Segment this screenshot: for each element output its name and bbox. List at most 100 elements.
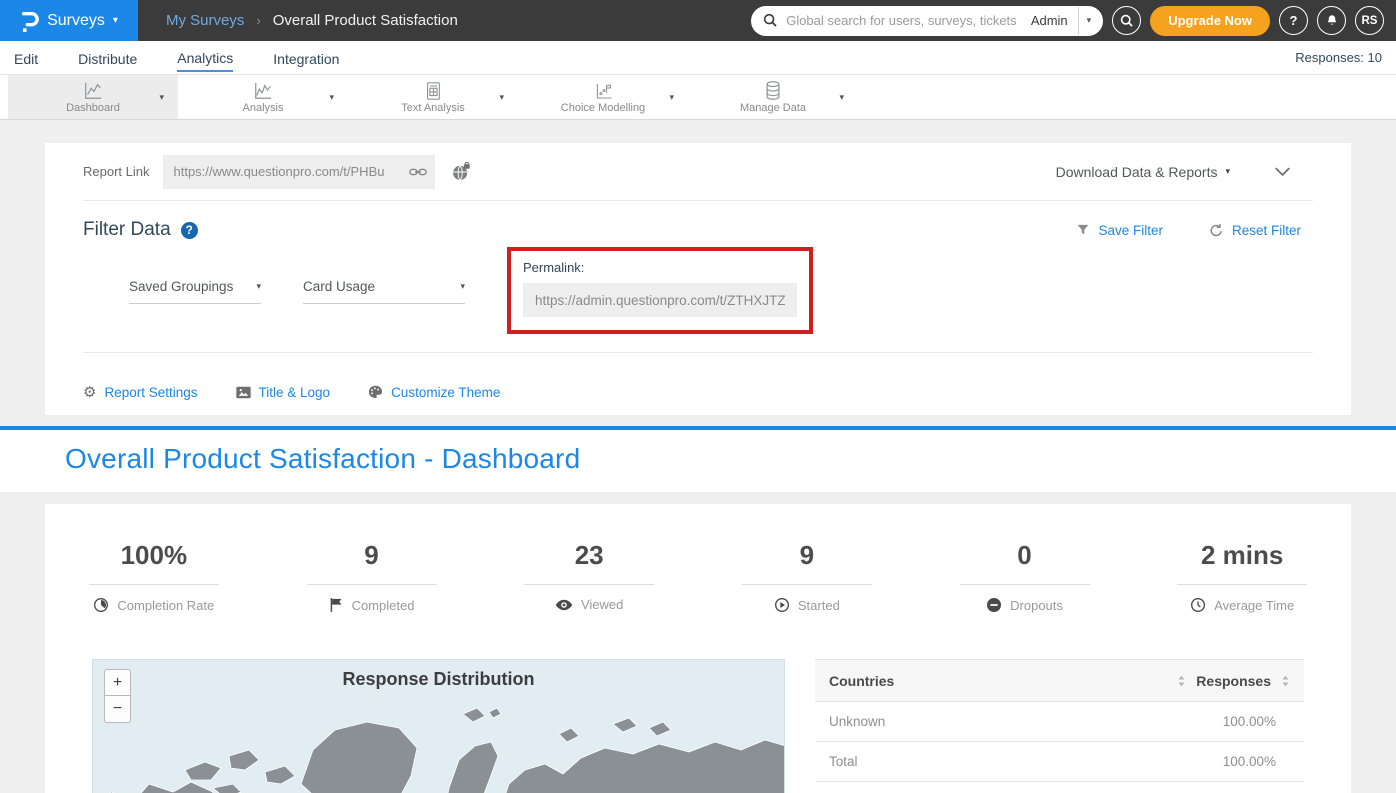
breadcrumb-my-surveys[interactable]: My Surveys — [166, 12, 244, 29]
global-search-input[interactable] — [786, 13, 1021, 28]
eye-icon — [555, 598, 573, 612]
responses-count: Responses: 10 — [1295, 50, 1382, 65]
notifications-button[interactable] — [1317, 6, 1346, 35]
saved-groupings-label: Saved Groupings — [129, 279, 233, 294]
toolbar-item-choice-modelling[interactable]: Choice Modelling ▾ — [518, 75, 688, 119]
save-filter-button[interactable]: Save Filter — [1076, 223, 1163, 238]
reset-filter-button[interactable]: Reset Filter — [1209, 223, 1301, 238]
chevron-down-icon[interactable]: ▾ — [329, 92, 334, 103]
search-icon — [1120, 14, 1134, 28]
toolbar-item-text-analysis[interactable]: Text Analysis ▾ — [348, 75, 518, 119]
upgrade-now-button[interactable]: Upgrade Now — [1150, 6, 1270, 36]
divider — [89, 584, 219, 585]
filter-help-icon[interactable]: ? — [181, 222, 198, 239]
avatar[interactable]: RS — [1355, 6, 1384, 35]
customize-theme-button[interactable]: Customize Theme — [368, 385, 500, 400]
toolbar-item-dashboard[interactable]: Dashboard ▾ — [8, 75, 178, 119]
permalink-label: Permalink: — [523, 260, 797, 275]
dashboard-panel: 100% Completion Rate 9 — [45, 504, 1351, 793]
chevron-down-icon — [1274, 166, 1291, 177]
sort-responses-button[interactable] — [1281, 674, 1290, 688]
report-settings-button[interactable]: ⚙ Report Settings — [83, 383, 198, 401]
stat-label: Completion Rate — [117, 598, 214, 613]
breadcrumb-current: Overall Product Satisfaction — [273, 12, 458, 29]
globe-lock-icon — [451, 162, 471, 182]
chevron-down-icon[interactable]: ▾ — [159, 92, 164, 103]
chevron-down-icon: ▾ — [460, 281, 465, 292]
report-settings-label: Report Settings — [104, 385, 197, 400]
permalink-input[interactable] — [523, 283, 797, 317]
report-link-field — [163, 155, 435, 189]
breadcrumb: My Surveys › Overall Product Satisfactio… — [166, 12, 458, 29]
flag-icon — [329, 597, 344, 613]
product-label: Surveys — [47, 12, 105, 30]
divider — [83, 352, 1313, 353]
toolbar-item-manage-data[interactable]: Manage Data ▾ — [688, 75, 858, 119]
tab-distribute[interactable]: Distribute — [78, 45, 137, 71]
stat-label: Completed — [352, 598, 415, 613]
choice-modelling-icon — [593, 81, 614, 101]
divider — [307, 584, 437, 585]
global-search[interactable]: Admin ▾ — [751, 6, 1103, 36]
response-distribution-map[interactable]: Response Distribution + − — [92, 659, 785, 793]
database-icon — [763, 80, 783, 101]
stat-value: 2 mins — [1133, 540, 1351, 571]
page-title: Overall Product Satisfaction - Dashboard — [65, 443, 1396, 475]
stat-completed: 9 Completed — [263, 540, 481, 613]
title-logo-label: Title & Logo — [259, 385, 331, 400]
stat-value: 9 — [263, 540, 481, 571]
card-usage-dropdown[interactable]: Card Usage ▾ — [303, 279, 465, 304]
search-button[interactable] — [1112, 6, 1141, 35]
report-link-input[interactable] — [173, 164, 409, 179]
help-button[interactable]: ? — [1279, 6, 1308, 35]
sort-countries-button[interactable] — [1177, 674, 1186, 688]
map-zoom-controls: + − — [104, 669, 131, 723]
toolbar-item-analysis[interactable]: Analysis ▾ — [178, 75, 348, 119]
map-zoom-in-button[interactable]: + — [104, 669, 131, 696]
map-zoom-out-button[interactable]: − — [104, 696, 131, 723]
responses-cell: 100.00% — [1223, 714, 1290, 729]
stat-value: 0 — [916, 540, 1134, 571]
report-link-row: Report Link Download Dat — [83, 143, 1313, 200]
funnel-icon — [1076, 223, 1090, 237]
page-content: Report Link Download Dat — [0, 120, 1396, 793]
toolbar-item-label: Dashboard — [66, 102, 120, 114]
column-countries: Countries — [829, 673, 894, 689]
topbar-actions: Admin ▾ Upgrade Now ? RS — [751, 6, 1396, 36]
surveys-menu-button[interactable]: Surveys ▾ — [0, 0, 138, 41]
chevron-down-icon[interactable]: ▾ — [499, 92, 504, 103]
tab-integration[interactable]: Integration — [273, 45, 339, 71]
title-logo-button[interactable]: Title & Logo — [236, 385, 331, 400]
table-row: Total 100.00% — [815, 742, 1304, 782]
stat-label: Viewed — [581, 597, 623, 612]
tab-edit[interactable]: Edit — [14, 45, 38, 71]
stat-viewed: 23 Viewed — [480, 540, 698, 613]
clock-icon — [1190, 597, 1206, 613]
bell-icon — [1325, 13, 1339, 28]
card-usage-label: Card Usage — [303, 279, 375, 294]
divider — [742, 584, 872, 585]
sort-arrows-icon — [1281, 674, 1290, 688]
gear-icon: ⚙ — [83, 383, 96, 401]
report-settings-row: ⚙ Report Settings Title & Logo Customize… — [83, 369, 1313, 415]
tab-analytics[interactable]: Analytics — [177, 44, 233, 72]
panel-collapse-button[interactable] — [1274, 166, 1313, 177]
chevron-down-icon[interactable]: ▾ — [839, 92, 844, 103]
download-data-reports-menu[interactable]: Download Data & Reports ▾ — [1056, 164, 1230, 180]
privacy-toggle-button[interactable] — [451, 162, 471, 182]
image-icon — [236, 386, 251, 399]
filter-controls: Saved Groupings ▾ Card Usage ▾ Permalink… — [129, 247, 1313, 334]
report-row-actions: Download Data & Reports ▾ — [1056, 164, 1313, 180]
title-panel: Overall Product Satisfaction - Dashboard — [0, 430, 1396, 492]
pie-icon — [93, 597, 109, 613]
stat-completion-rate: 100% Completion Rate — [45, 540, 263, 613]
stat-dropouts: 0 Dropouts — [916, 540, 1134, 613]
toolbar-item-label: Analysis — [243, 102, 284, 114]
stat-value: 23 — [480, 540, 698, 571]
search-scope-dropdown[interactable]: ▾ — [1079, 15, 1100, 26]
download-label: Download Data & Reports — [1056, 164, 1218, 180]
countries-table-header: Countries Responses — [815, 659, 1304, 702]
saved-groupings-dropdown[interactable]: Saved Groupings ▾ — [129, 279, 261, 304]
chevron-down-icon[interactable]: ▾ — [669, 92, 674, 103]
link-icon[interactable] — [409, 165, 427, 179]
